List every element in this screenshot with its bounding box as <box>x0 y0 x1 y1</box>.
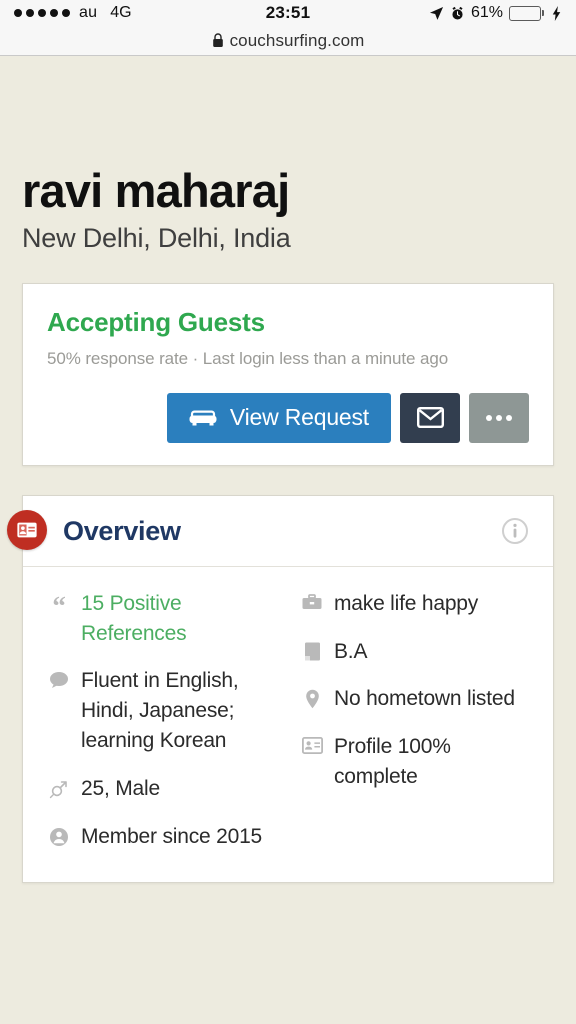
overview-item-references[interactable]: “ 15 Positive References <box>47 589 288 649</box>
member-icon <box>47 822 71 847</box>
overview-item-hometown: No hometown listed <box>300 684 529 714</box>
languages-text: Fluent in English, Hindi, Japanese; lear… <box>81 669 239 753</box>
send-message-button[interactable] <box>400 392 460 443</box>
overview-item-languages: Fluent in English, Hindi, Japanese; lear… <box>47 666 288 755</box>
response-rate-text: 50% response rate · Last login less than… <box>47 348 449 368</box>
age-gender-text: 25, Male <box>81 776 160 800</box>
overview-right-column: make life happy B.A No hometown listed P… <box>288 589 529 852</box>
occupation-text: make life happy <box>334 591 479 615</box>
lock-icon <box>212 33 223 47</box>
action-button-row: View Request <box>47 392 529 443</box>
overview-item-education: B.A <box>300 637 529 667</box>
status-bar-right: 61% <box>429 4 562 22</box>
overview-left-column: “ 15 Positive References Fluent in Engli… <box>47 589 288 852</box>
couch-icon <box>189 410 217 426</box>
hometown-text: No hometown listed <box>334 687 515 711</box>
id-card-icon <box>7 509 47 550</box>
overview-item-occupation: make life happy <box>300 589 529 619</box>
overview-header: Overview <box>23 496 553 567</box>
view-request-button[interactable]: View Request <box>166 392 391 443</box>
view-request-label: View Request <box>229 404 369 431</box>
map-pin-icon <box>300 684 324 709</box>
profile-location: New Delhi, Delhi, India <box>22 222 291 253</box>
overview-body: “ 15 Positive References Fluent in Engli… <box>23 567 553 882</box>
location-arrow-icon <box>429 6 444 20</box>
alarm-clock-icon <box>452 6 463 19</box>
more-options-button[interactable] <box>469 392 529 443</box>
url-text: couchsurfing.com <box>229 30 365 50</box>
references-link[interactable]: 15 Positive References <box>81 589 288 649</box>
battery-percent-label: 61% <box>470 4 503 21</box>
overview-item-member-since: Member since 2015 <box>47 822 288 852</box>
hosting-status-headline: Accepting Guests <box>47 306 265 337</box>
battery-icon <box>509 5 544 21</box>
id-card-icon <box>300 732 324 755</box>
profile-page: ravi maharaj New Delhi, Delhi, India Acc… <box>0 56 576 1023</box>
profile-complete-text: Profile 100% complete <box>334 735 451 789</box>
charging-bolt-icon <box>552 5 561 21</box>
briefcase-icon <box>300 589 324 611</box>
quote-icon: “ <box>52 590 66 621</box>
profile-name: ravi maharaj <box>22 164 290 217</box>
info-circle-icon[interactable] <box>501 517 529 545</box>
ellipsis-icon <box>486 414 512 421</box>
member-since-text: Member since 2015 <box>81 824 263 848</box>
comment-icon <box>47 666 71 689</box>
gender-icon <box>47 774 71 799</box>
education-text: B.A <box>334 639 368 663</box>
overview-card: Overview “ 15 Positive References Fluent… <box>7 494 554 883</box>
overview-title: Overview <box>63 515 181 546</box>
browser-url-bar[interactable]: couchsurfing.com <box>0 26 576 56</box>
overview-item-age-gender: 25, Male <box>47 774 288 804</box>
overview-item-profile-complete: Profile 100% complete <box>300 732 529 792</box>
hosting-status-card: Accepting Guests 50% response rate · Las… <box>22 282 554 466</box>
ios-status-bar: au 4G 23:51 61% <box>0 0 576 26</box>
profile-hero: ravi maharaj New Delhi, Delhi, India <box>22 56 554 254</box>
book-icon <box>300 637 324 661</box>
envelope-icon <box>416 407 444 429</box>
